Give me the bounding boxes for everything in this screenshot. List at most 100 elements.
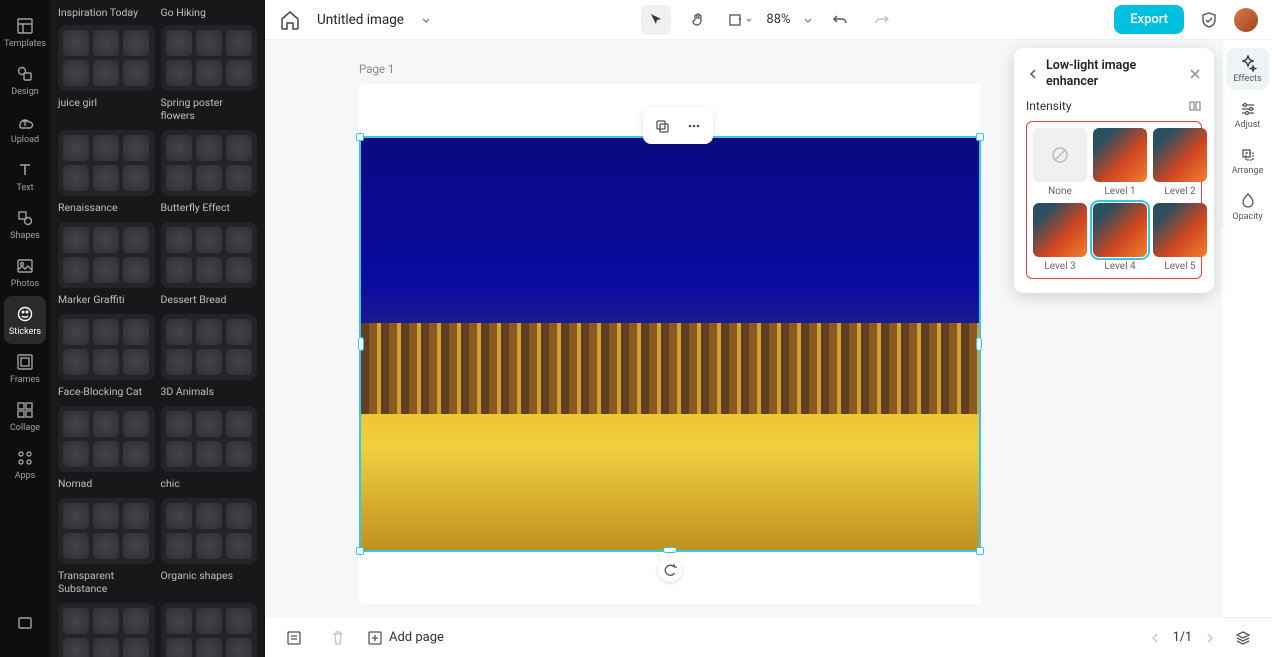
sticker-thumb[interactable] [226,60,252,86]
nav-templates[interactable]: Templates [0,8,50,56]
sticker-thumb[interactable] [93,319,119,345]
category-item[interactable]: Go Hiking [161,6,258,23]
more-icon[interactable] [679,112,709,140]
category-item[interactable]: Nomad [58,406,155,496]
sticker-thumb[interactable] [63,411,89,437]
sticker-thumb[interactable] [226,638,252,657]
notes-icon[interactable] [279,623,309,653]
rail-arrange[interactable]: Arrange [1227,140,1269,182]
sticker-thumb[interactable] [93,227,119,253]
sticker-thumb[interactable] [63,135,89,161]
rail-adjust[interactable]: Adjust [1227,94,1269,136]
sticker-thumb[interactable] [226,257,252,283]
category-item[interactable]: Organic shapes [161,498,258,601]
sticker-thumb[interactable] [123,30,149,56]
sticker-thumb[interactable] [166,608,192,634]
sticker-thumb[interactable] [226,503,252,529]
nav-apps[interactable]: Apps [0,440,50,488]
cursor-tool[interactable] [640,5,670,35]
sticker-thumb[interactable] [123,60,149,86]
sticker-thumb[interactable] [63,533,89,559]
sticker-thumb[interactable] [166,503,192,529]
sticker-thumb[interactable] [93,135,119,161]
resize-handle-bl[interactable] [356,547,364,555]
category-item[interactable]: Dessert Bread [161,222,258,312]
category-item[interactable]: Butterfly Effect [161,130,258,220]
sticker-thumb[interactable] [63,503,89,529]
rotate-handle[interactable] [658,558,682,582]
sticker-thumb[interactable] [63,638,89,657]
sticker-thumb[interactable] [63,60,89,86]
intensity-level-1[interactable]: Level 1 [1093,128,1147,197]
intensity-none[interactable]: None [1033,128,1087,197]
nav-frames[interactable]: Frames [0,344,50,392]
sticker-thumb[interactable] [166,165,192,191]
sticker-thumb[interactable] [166,411,192,437]
sticker-thumb[interactable] [123,638,149,657]
sticker-thumb[interactable] [123,608,149,634]
sticker-thumb[interactable] [196,638,222,657]
sticker-thumb[interactable] [166,60,192,86]
sticker-thumb[interactable] [226,165,252,191]
sticker-thumb[interactable] [196,411,222,437]
sticker-thumb[interactable] [93,608,119,634]
sticker-thumb[interactable] [196,503,222,529]
category-item[interactable]: Diffusion graphics [161,603,258,657]
sticker-thumb[interactable] [226,533,252,559]
intensity-level-4[interactable]: Level 4 [1093,203,1147,272]
rail-effects[interactable]: Effects [1227,48,1269,90]
stickers-sidebar[interactable]: Inspiration Today Go Hiking juice girlSp… [50,0,265,657]
sticker-thumb[interactable] [226,319,252,345]
nav-photos[interactable]: Photos [0,248,50,296]
sticker-thumb[interactable] [93,165,119,191]
category-item[interactable]: juice girl [58,25,155,128]
sticker-thumb[interactable] [226,411,252,437]
sticker-thumb[interactable] [166,533,192,559]
selected-image[interactable] [359,136,981,552]
layers-icon[interactable] [1228,623,1258,653]
sticker-thumb[interactable] [123,349,149,375]
category-item[interactable]: Transparent Substance [58,498,155,601]
nav-text[interactable]: Text [0,152,50,200]
nav-shapes[interactable]: Shapes [0,200,50,248]
resize-handle-b[interactable] [663,547,677,553]
sticker-thumb[interactable] [93,411,119,437]
hand-tool[interactable] [682,5,712,35]
close-icon[interactable] [1188,67,1202,81]
add-page-button[interactable]: Add page [367,630,444,646]
zoom-level[interactable]: 88% [766,12,790,27]
compare-icon[interactable] [1188,99,1202,113]
avatar[interactable] [1234,8,1258,32]
sticker-thumb[interactable] [123,441,149,467]
sticker-thumb[interactable] [123,411,149,437]
nav-more[interactable] [0,599,50,647]
category-item[interactable]: Marker Graffiti [58,222,155,312]
sticker-thumb[interactable] [63,441,89,467]
sticker-thumb[interactable] [196,257,222,283]
back-icon[interactable] [1026,67,1040,81]
doc-title[interactable]: Untitled image [317,12,404,28]
sticker-thumb[interactable] [166,349,192,375]
sticker-thumb[interactable] [93,30,119,56]
sticker-thumb[interactable] [93,441,119,467]
intensity-level-5[interactable]: Level 5 [1153,203,1207,272]
zoom-chevron-icon[interactable] [803,15,813,25]
resize-handle-tr[interactable] [976,133,984,141]
sticker-thumb[interactable] [123,257,149,283]
sticker-thumb[interactable] [63,257,89,283]
sticker-thumb[interactable] [93,638,119,657]
sticker-thumb[interactable] [123,533,149,559]
category-item[interactable]: chic [161,406,258,496]
sticker-thumb[interactable] [166,638,192,657]
duplicate-icon[interactable] [647,112,677,140]
sticker-thumb[interactable] [63,165,89,191]
category-item[interactable]: Spring poster flowers [161,25,258,128]
trash-icon[interactable] [323,623,353,653]
sticker-thumb[interactable] [166,135,192,161]
sticker-thumb[interactable] [123,503,149,529]
sticker-thumb[interactable] [226,227,252,253]
sticker-thumb[interactable] [196,319,222,345]
sticker-thumb[interactable] [226,441,252,467]
sticker-thumb[interactable] [166,319,192,345]
sticker-thumb[interactable] [123,165,149,191]
